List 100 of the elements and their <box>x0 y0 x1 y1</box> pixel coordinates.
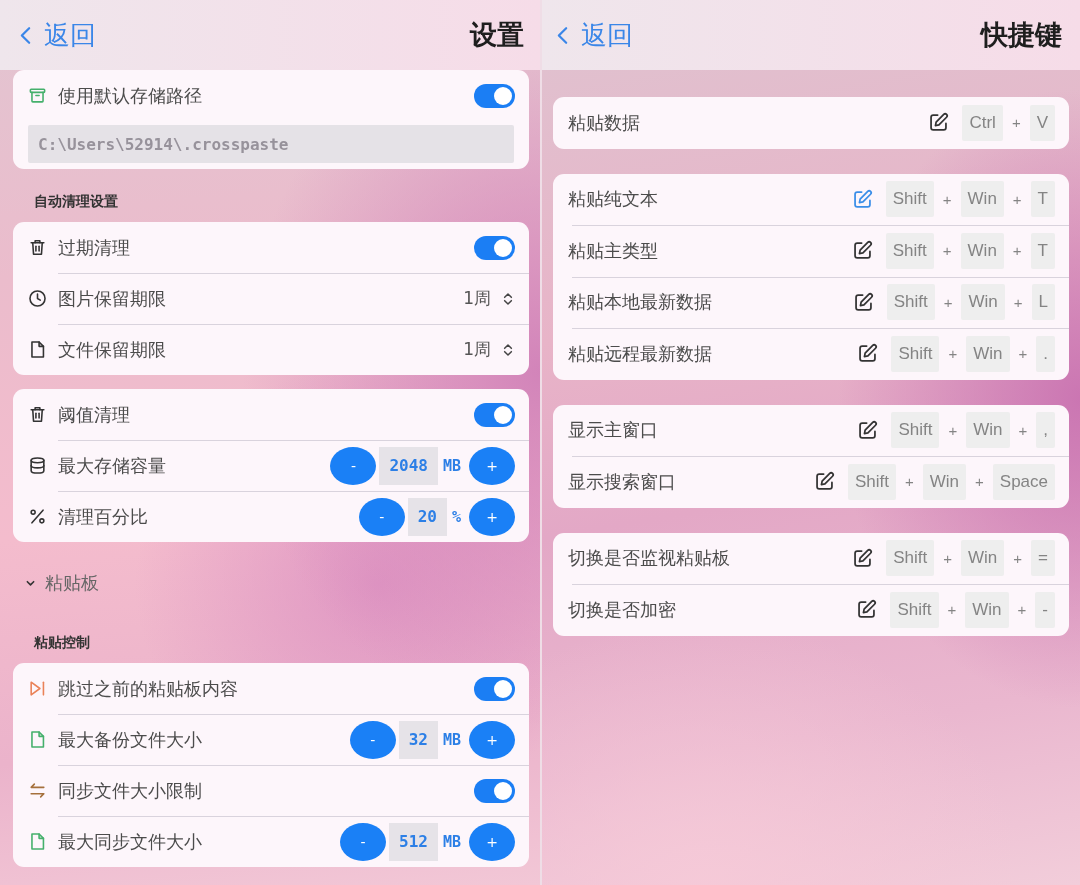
chevron-left-icon <box>557 25 568 45</box>
key-cap: Win <box>960 181 1004 218</box>
setting-label: 过期清理 <box>58 235 130 260</box>
edit-icon[interactable] <box>928 112 950 134</box>
value-field[interactable]: 32 <box>398 720 438 759</box>
document-icon <box>28 832 47 851</box>
edit-icon[interactable] <box>852 291 874 313</box>
key-cap: V <box>1029 104 1055 141</box>
shortcut-label: 粘贴本地最新数据 <box>568 290 712 315</box>
key-cap: Shift <box>885 181 934 218</box>
plus-sign: + <box>1011 242 1023 260</box>
key-cap: , <box>1036 412 1055 449</box>
shortcut-label: 粘贴数据 <box>568 110 640 135</box>
increment-button[interactable]: + <box>469 822 515 861</box>
back-button[interactable]: 返回 <box>557 17 633 53</box>
key-cap: Win <box>922 463 967 500</box>
value-field[interactable]: 2048 <box>379 446 438 485</box>
trash-icon <box>28 405 47 424</box>
key-cap: Win <box>961 540 1005 577</box>
plus-sign: + <box>1012 293 1024 311</box>
increment-button[interactable]: + <box>469 720 515 759</box>
plus-sign: + <box>942 293 954 311</box>
edit-icon[interactable] <box>857 343 879 365</box>
database-icon <box>28 456 47 475</box>
shortcut-label: 粘贴主类型 <box>568 238 658 263</box>
plus-sign: + <box>947 345 959 363</box>
updown-chevron-icon <box>503 342 513 357</box>
plus-sign: + <box>974 473 985 491</box>
plus-sign: + <box>941 242 953 260</box>
key-cap: . <box>1036 335 1055 372</box>
plus-sign: + <box>1016 601 1028 619</box>
shortcut-label: 粘贴远程最新数据 <box>568 341 712 366</box>
page-title: 快捷键 <box>981 18 1062 52</box>
decrement-button[interactable]: - <box>349 720 396 759</box>
toggle-switch[interactable] <box>474 676 515 701</box>
toggle-switch[interactable] <box>474 83 515 108</box>
increment-button[interactable]: + <box>469 446 515 485</box>
archive-box-icon <box>28 86 47 105</box>
setting-label: 阈值清理 <box>58 402 130 427</box>
unit-label: MB <box>442 456 461 475</box>
key-cap: L <box>1031 284 1055 321</box>
key-cap: T <box>1030 181 1055 218</box>
back-button[interactable]: 返回 <box>20 17 96 53</box>
shortcut-label: 显示搜索窗口 <box>568 469 676 494</box>
section-toggle[interactable]: 粘贴板 <box>13 562 99 604</box>
plus-sign: + <box>1017 421 1029 439</box>
period-select[interactable]: 1周 <box>463 287 515 310</box>
key-cap: Win <box>965 591 1009 628</box>
section-heading: 粘贴控制 <box>34 633 90 652</box>
plus-sign: + <box>1012 549 1024 567</box>
key-cap: Space <box>992 463 1055 500</box>
clock-icon <box>28 289 47 308</box>
plus-sign: + <box>1011 190 1023 208</box>
updown-chevron-icon <box>503 291 513 306</box>
key-cap: Win <box>966 335 1010 372</box>
key-cap: Win <box>961 284 1005 321</box>
toggle-switch[interactable] <box>474 778 515 803</box>
key-cap: = <box>1031 540 1055 577</box>
chevron-left-icon <box>20 25 31 45</box>
edit-icon[interactable] <box>857 419 879 441</box>
edit-icon[interactable] <box>852 547 874 569</box>
period-select[interactable]: 1周 <box>463 338 515 361</box>
value-field[interactable]: 20 <box>407 497 447 536</box>
setting-label: 跳过之前的粘贴板内容 <box>58 676 238 701</box>
plus-sign: + <box>904 473 915 491</box>
trash-icon <box>28 238 47 257</box>
edit-icon[interactable] <box>851 240 873 262</box>
decrement-button[interactable]: - <box>358 497 405 536</box>
setting-label: 清理百分比 <box>58 504 148 529</box>
shortcut-label: 粘贴纯文本 <box>568 187 658 212</box>
skip-forward-icon <box>28 679 47 698</box>
key-cap: Shift <box>847 463 896 500</box>
document-icon <box>28 730 47 749</box>
setting-label: 最大备份文件大小 <box>58 727 202 752</box>
shortcut-label: 显示主窗口 <box>568 418 658 443</box>
toggle-switch[interactable] <box>474 235 515 260</box>
value-field[interactable]: 512 <box>389 822 438 861</box>
key-cap: Shift <box>885 232 934 269</box>
key-cap: Shift <box>890 591 939 628</box>
plus-sign: + <box>942 549 953 567</box>
toggle-switch[interactable] <box>474 402 515 427</box>
setting-label: 文件保留期限 <box>58 337 166 362</box>
unit-label: MB <box>442 832 461 851</box>
decrement-button[interactable]: - <box>340 822 387 861</box>
setting-label: 使用默认存储路径 <box>58 83 202 108</box>
key-cap: T <box>1030 232 1055 269</box>
key-cap: Shift <box>886 540 935 577</box>
edit-icon[interactable] <box>813 471 835 493</box>
plus-sign: + <box>947 421 959 439</box>
document-icon <box>28 340 47 359</box>
shortcut-label: 切换是否加密 <box>568 597 676 622</box>
setting-label: 同步文件大小限制 <box>58 778 202 803</box>
page-title: 设置 <box>470 18 524 52</box>
shortcut-label: 切换是否监视粘贴板 <box>568 546 730 571</box>
setting-label: 最大存储容量 <box>58 453 166 478</box>
increment-button[interactable]: + <box>469 497 515 536</box>
setting-label: 图片保留期限 <box>58 286 166 311</box>
unit-label: % <box>451 507 461 526</box>
edit-icon[interactable] <box>856 599 878 621</box>
decrement-button[interactable]: - <box>330 446 377 485</box>
